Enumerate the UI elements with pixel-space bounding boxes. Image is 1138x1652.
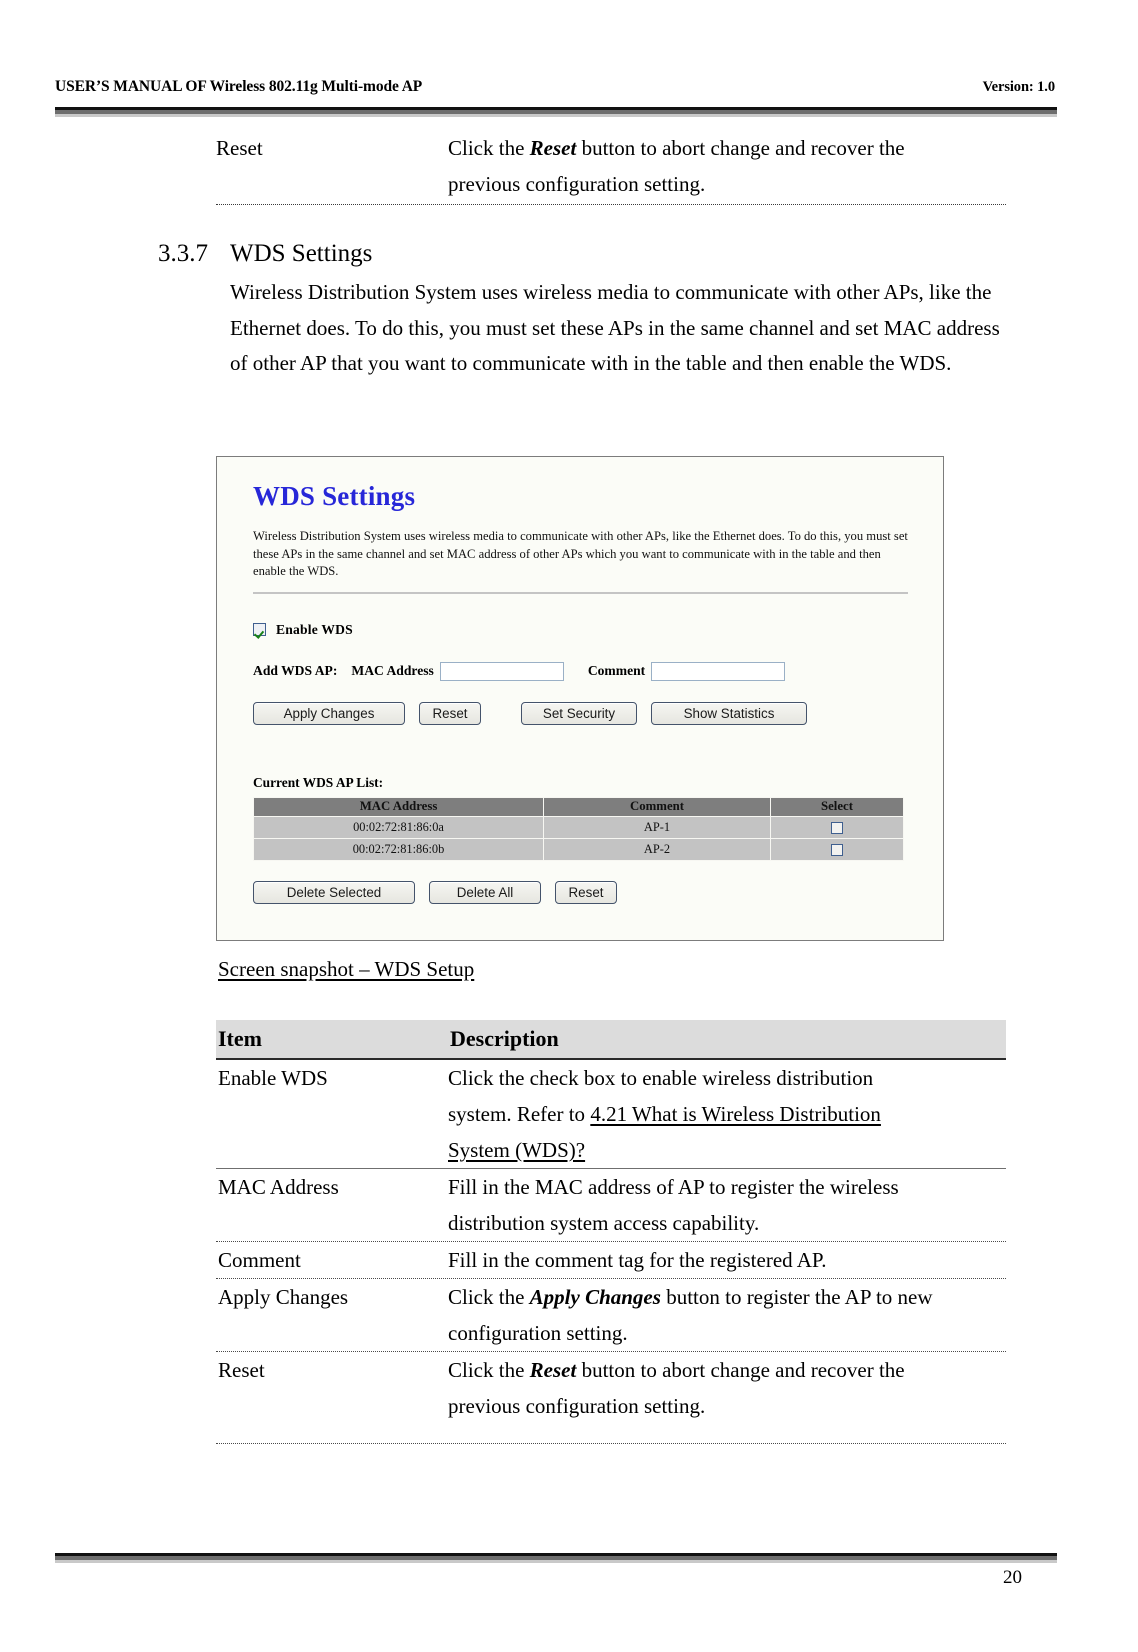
continued-row-desc-line2: previous configuration setting. [448,172,706,196]
current-wds-ap-list-label: Current WDS AP List: [253,774,384,790]
checkbox-checked-icon[interactable] [253,623,266,636]
table-row: Apply Changes Click the Apply Changes bu… [216,1279,1006,1352]
row-item-label: Reset [218,1358,265,1382]
row-item-label: Comment [218,1248,301,1272]
desc-text: system. Refer to [448,1102,591,1126]
continued-row-desc-suffix: button to abort change and recover the [576,136,905,160]
desc-line: Click the check box to enable wireless d… [448,1066,874,1090]
desc-line: Click the Apply Changes button to regist… [448,1279,1006,1315]
table-row: MAC Address Fill in the MAC address of A… [216,1169,1006,1242]
set-security-button[interactable]: Set Security [521,701,637,725]
delete-all-button[interactable]: Delete All [429,880,541,904]
row-item-label: Enable WDS [218,1066,328,1090]
enable-wds-label: Enable WDS [276,621,353,637]
document-running-header: USER’S MANUAL OF Wireless 802.11g Multi-… [55,78,1055,96]
row-description: Fill in the comment tag for the register… [448,1242,1006,1278]
footer-rule-light [55,1560,1057,1563]
header-rule-group [55,107,1057,117]
add-wds-ap-label: Add WDS AP: [253,663,338,678]
table-row: 00:02:72:81:86:0b AP-2 [253,837,904,861]
page-title: 3.3.7 WDS Settings [158,238,372,270]
desc-text-cont: button to abort change and recover the [576,1358,905,1382]
cell-comment: AP-2 [543,837,771,861]
desc-line: Click the Reset button to abort change a… [448,1352,1006,1388]
embedded-screenshot-wds-setup: WDS Settings Wireless Distribution Syste… [216,456,944,941]
desc-bold: Reset [529,1358,577,1382]
page-number: 20 [1003,1567,1022,1588]
table-row: 00:02:72:81:86:0a AP-1 [253,815,904,839]
cross-reference-link[interactable]: 4.21 What is Wireless Distribution [590,1102,881,1126]
figure-caption: Screen snapshot – WDS Setup [218,957,475,981]
mac-address-input[interactable] [439,661,564,681]
wds-panel-title: WDS Settings [253,481,416,511]
row-description: Click the Reset button to abort change a… [448,1352,1006,1424]
continued-row-description: Click the Reset button to abort change a… [448,130,1006,202]
desc-text: Click the [448,1285,530,1309]
wds-list-button-row: Delete Selected Delete All Reset [253,880,917,904]
header-rule-light [55,114,1057,117]
show-statistics-button[interactable]: Show Statistics [651,701,807,725]
document-page: USER’S MANUAL OF Wireless 802.11g Multi-… [0,0,1138,1652]
apply-changes-button[interactable]: Apply Changes [253,701,405,725]
row-description: Fill in the MAC address of AP to registe… [448,1169,1006,1241]
reset-button[interactable]: Reset [419,701,481,725]
column-header-select: Select [770,796,904,817]
row-item-label: MAC Address [218,1175,339,1199]
section-title: WDS Settings [230,240,373,267]
footer-rule-group [55,1553,1057,1563]
delete-selected-button[interactable]: Delete Selected [253,880,415,904]
continued-row-item: Reset [216,136,263,160]
row-description: Click the Apply Changes button to regist… [448,1279,1006,1351]
desc-text-cont: button to register the AP to new [660,1285,933,1309]
continued-table-row: Reset Click the Reset button to abort ch… [216,130,1006,205]
desc-line: previous configuration setting. [448,1394,706,1418]
desc-line: configuration setting. [448,1321,628,1345]
row-description: Click the check box to enable wireless d… [448,1060,1006,1168]
wds-panel-description: Wireless Distribution System uses wirele… [253,529,908,578]
section-body-text: Wireless Distribution System uses wirele… [230,280,1000,376]
desc-line: Fill in the comment tag for the register… [448,1248,827,1272]
cell-select[interactable] [770,815,904,839]
row-select-checkbox-icon[interactable] [831,821,843,834]
column-header-item: Item [218,1026,262,1051]
continued-row-desc-bold: Reset [529,136,577,160]
table-header-row: MAC Address Comment Select [253,796,904,817]
comment-label: Comment [587,663,646,678]
cell-mac-address: 00:02:72:81:86:0a [253,815,544,839]
desc-line: Fill in the MAC address of AP to registe… [448,1175,899,1199]
table-header-row: Item Description [216,1020,1006,1060]
mac-address-label: MAC Address [351,663,434,678]
table-row: Reset Click the Reset button to abort ch… [216,1352,1006,1424]
current-wds-ap-list-table: MAC Address Comment Select 00:02:72:81:8… [253,796,904,861]
column-header-comment: Comment [543,796,771,817]
panel-divider [253,591,908,594]
header-version: Version: 1.0 [982,79,1055,95]
cross-reference-link-cont[interactable]: System (WDS)? [448,1138,585,1162]
row-separator [216,204,1006,205]
enable-wds-row[interactable]: Enable WDS [253,622,917,638]
desc-text: Click the [448,1358,530,1382]
cell-mac-address: 00:02:72:81:86:0b [253,837,544,861]
table-row: Enable WDS Click the check box to enable… [216,1060,1006,1169]
comment-input[interactable] [651,661,786,681]
add-wds-ap-row: Add WDS AP: MAC Address Comment [253,661,917,681]
desc-bold: Apply Changes [529,1285,661,1309]
cell-select[interactable] [770,837,904,861]
row-item-label: Apply Changes [218,1285,349,1309]
item-description-table: Item Description Enable WDS Click the ch… [216,1020,1006,1424]
header-title: USER’S MANUAL OF Wireless 802.11g Multi-… [55,78,423,95]
desc-line: System (WDS)? [448,1132,1006,1168]
wds-action-button-row: Apply Changes Reset Set Security Show St… [253,701,917,725]
cell-comment: AP-1 [543,815,771,839]
row-select-checkbox-icon[interactable] [831,843,843,856]
column-header-mac-address: MAC Address [253,796,544,817]
desc-line: system. Refer to 4.21 What is Wireless D… [448,1096,1006,1132]
column-header-description: Description [450,1026,559,1051]
reset-list-button[interactable]: Reset [555,880,617,904]
table-row: Comment Fill in the comment tag for the … [216,1242,1006,1279]
footer-separator [216,1443,1006,1444]
section-number: 3.3.7 [158,240,208,267]
continued-row-desc-prefix: Click the [448,136,530,160]
desc-line: distribution system access capability. [448,1211,760,1235]
